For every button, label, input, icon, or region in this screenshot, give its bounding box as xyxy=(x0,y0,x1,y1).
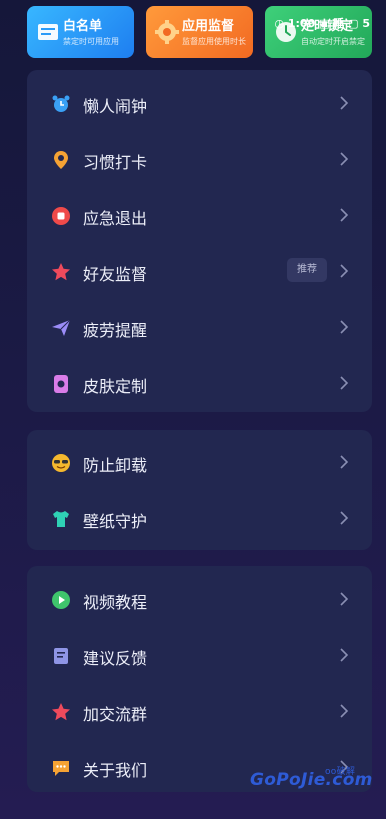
edit-note-icon xyxy=(54,648,68,664)
menu-item-label: 应急退出 xyxy=(83,209,148,228)
watermark-subtext: oo破解 xyxy=(325,767,356,777)
menu-item-prevent-uninstall[interactable]: 防止卸载 xyxy=(27,434,372,490)
chevron-right-icon xyxy=(340,208,349,222)
whitelist-title: 白名单 xyxy=(63,19,103,34)
menu-item-label: 关于我们 xyxy=(83,761,148,780)
menu-item-fatigue-reminder[interactable]: 疲劳提醒 xyxy=(27,299,372,355)
menu-item-label: 建议反馈 xyxy=(83,649,148,668)
chevron-right-icon xyxy=(340,455,349,469)
chevron-right-icon xyxy=(340,376,349,390)
chevron-right-icon xyxy=(340,511,349,525)
list-icon xyxy=(38,24,58,40)
alarm-clock-icon xyxy=(52,95,70,112)
app-monitor-card[interactable]: 应用监督 监督应用使用时长 xyxy=(146,6,253,58)
play-icon xyxy=(52,591,70,609)
star-icon xyxy=(52,263,70,281)
menu-item-label: 皮肤定制 xyxy=(83,377,148,396)
chevron-right-icon xyxy=(340,704,349,718)
menu-item-habit-checkin[interactable]: 习惯打卡 xyxy=(27,131,372,187)
menu-panel-protection: 防止卸载 壁纸守护 xyxy=(27,430,372,550)
app-monitor-title: 应用监督 xyxy=(182,19,235,34)
menu-item-label: 防止卸载 xyxy=(83,456,148,475)
chevron-right-icon xyxy=(340,264,349,278)
menu-item-join-group[interactable]: 加交流群 xyxy=(27,683,372,739)
menu-item-label: 视频教程 xyxy=(83,593,148,612)
menu-item-wallpaper-guard[interactable]: 壁纸守护 xyxy=(27,490,372,546)
location-pin-icon xyxy=(54,151,68,169)
timed-lock-card[interactable]: 定时锁定 自动定时开启禁定 xyxy=(265,6,372,58)
menu-panel-about: 视频教程 建议反馈 加交流群 关于我们 xyxy=(27,566,372,792)
chevron-right-icon xyxy=(340,152,349,166)
paper-plane-icon xyxy=(52,319,71,336)
menu-item-emergency-exit[interactable]: 应急退出 xyxy=(27,187,372,243)
menu-panel-main: 懒人闹钟 习惯打卡 应急退出 好友监督 推荐 疲劳提醒 皮肤定制 xyxy=(27,70,372,412)
menu-item-label: 疲劳提醒 xyxy=(83,321,148,340)
menu-item-label: 壁纸守护 xyxy=(83,512,148,531)
status-bar: ◷ 1:00 ▣ 睡 ▢ 5 xyxy=(274,17,370,30)
whitelist-card[interactable]: 白名单 禁定时可用应用 xyxy=(27,6,134,58)
menu-item-label: 加交流群 xyxy=(83,705,148,724)
gear-icon xyxy=(155,20,179,44)
stop-icon xyxy=(52,207,70,225)
chevron-right-icon xyxy=(340,592,349,606)
menu-item-video-tutorial[interactable]: 视频教程 xyxy=(27,571,372,627)
recommend-badge: 推荐 xyxy=(287,258,327,282)
menu-item-lazy-alarm[interactable]: 懒人闹钟 xyxy=(27,75,372,131)
chevron-right-icon xyxy=(340,320,349,334)
watermark: GoPoJie.com oo破解 xyxy=(250,767,373,790)
sunglasses-face-icon xyxy=(52,454,70,472)
whitelist-subtitle: 禁定时可用应用 xyxy=(63,37,119,46)
chat-bubble-icon xyxy=(53,761,69,776)
menu-item-label: 懒人闹钟 xyxy=(83,97,148,116)
menu-item-label: 习惯打卡 xyxy=(83,153,148,172)
chevron-right-icon xyxy=(340,648,349,662)
timed-lock-subtitle: 自动定时开启禁定 xyxy=(301,37,365,46)
menu-item-label: 好友监督 xyxy=(83,265,148,284)
top-cards: 白名单 禁定时可用应用 应用监督 监督应用使用时长 定时锁定 自动定时开启禁定 xyxy=(27,6,372,58)
shirt-icon xyxy=(53,511,69,527)
chevron-right-icon xyxy=(340,96,349,110)
star-icon xyxy=(52,703,70,721)
app-monitor-subtitle: 监督应用使用时长 xyxy=(182,37,246,46)
menu-item-skin-custom[interactable]: 皮肤定制 xyxy=(27,355,372,411)
skin-icon xyxy=(54,375,68,393)
menu-item-friend-supervision[interactable]: 好友监督 推荐 xyxy=(27,243,372,299)
menu-item-feedback[interactable]: 建议反馈 xyxy=(27,627,372,683)
